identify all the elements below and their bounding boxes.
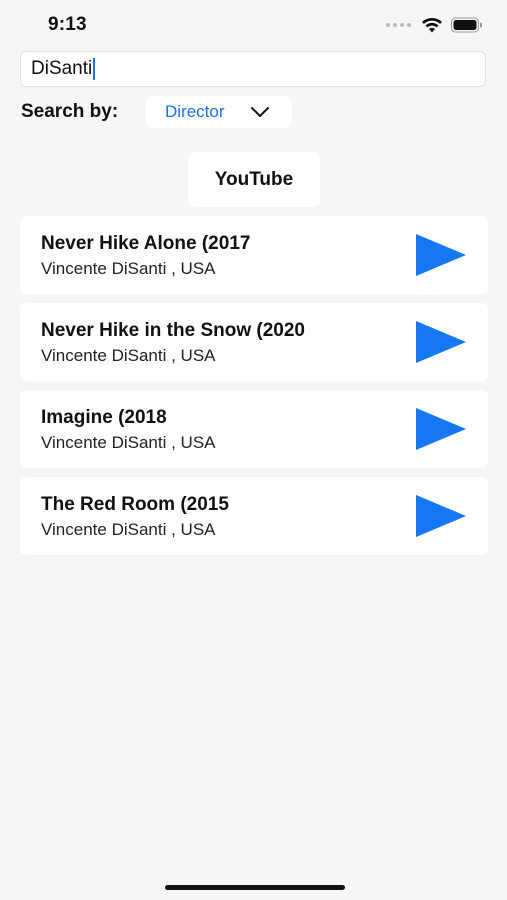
list-item[interactable]: Imagine (2018 Vincente DiSanti , USA bbox=[20, 390, 488, 468]
status-bar: 9:13 bbox=[0, 0, 507, 50]
play-icon[interactable] bbox=[414, 407, 468, 451]
result-subtitle: Vincente DiSanti , USA bbox=[41, 259, 216, 278]
search-input-value: DiSanti bbox=[31, 58, 93, 79]
results-list: Never Hike Alone (2017 Vincente DiSanti … bbox=[20, 216, 488, 564]
result-title: Never Hike Alone (2017 bbox=[41, 233, 251, 254]
status-time: 9:13 bbox=[48, 14, 87, 35]
home-indicator[interactable] bbox=[165, 885, 345, 890]
cellular-dots-icon bbox=[386, 23, 411, 27]
search-input[interactable]: DiSanti bbox=[20, 51, 486, 87]
search-by-select[interactable]: Director bbox=[146, 96, 292, 128]
chevron-down-icon bbox=[251, 107, 269, 117]
result-subtitle: Vincente DiSanti , USA bbox=[41, 346, 216, 365]
play-icon[interactable] bbox=[414, 233, 468, 277]
result-title: Imagine (2018 bbox=[41, 407, 167, 428]
result-subtitle: Vincente DiSanti , USA bbox=[41, 433, 216, 452]
youtube-button[interactable]: YouTube bbox=[188, 152, 320, 207]
wifi-icon bbox=[422, 18, 442, 33]
list-item[interactable]: Never Hike in the Snow (2020 Vincente Di… bbox=[20, 303, 488, 381]
list-item[interactable]: The Red Room (2015 Vincente DiSanti , US… bbox=[20, 477, 488, 555]
play-icon[interactable] bbox=[414, 494, 468, 538]
text-caret bbox=[93, 58, 96, 80]
result-subtitle: Vincente DiSanti , USA bbox=[41, 520, 216, 539]
result-title: Never Hike in the Snow (2020 bbox=[41, 320, 305, 341]
search-by-selected-value: Director bbox=[165, 102, 225, 121]
result-title: The Red Room (2015 bbox=[41, 494, 229, 515]
status-icons bbox=[386, 17, 483, 33]
search-by-label: Search by: bbox=[21, 101, 119, 122]
battery-icon bbox=[451, 17, 482, 33]
play-icon[interactable] bbox=[414, 320, 468, 364]
list-item[interactable]: Never Hike Alone (2017 Vincente DiSanti … bbox=[20, 216, 488, 294]
